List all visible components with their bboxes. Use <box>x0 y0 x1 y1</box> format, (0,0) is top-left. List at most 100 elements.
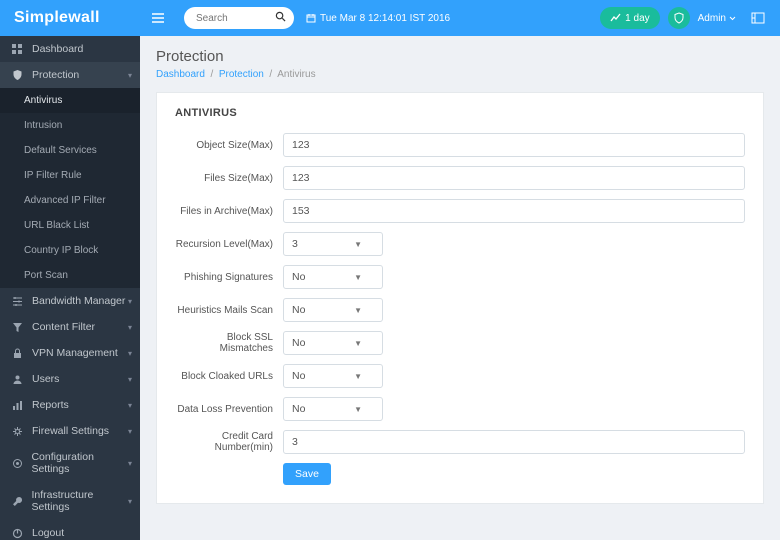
label-recursion: Recursion Level(Max) <box>175 239 283 250</box>
sidebar-item-infra[interactable]: Infrastructure Settings ▾ <box>0 482 140 520</box>
row-dlp: Data Loss Prevention No▼ <box>175 397 745 421</box>
label-phishing: Phishing Signatures <box>175 272 283 283</box>
sidebar-item-config[interactable]: Configuration Settings ▾ <box>0 444 140 482</box>
select-ssl[interactable]: No▼ <box>283 331 383 355</box>
caret-down-icon: ▼ <box>354 273 362 282</box>
sidebar-label: Firewall Settings <box>32 425 109 437</box>
brand-logo: Simplewall <box>0 9 140 27</box>
select-heuristics[interactable]: No▼ <box>283 298 383 322</box>
main-content: Protection Dashboard / Protection / Anti… <box>140 36 780 540</box>
sidebar-item-logout[interactable]: Logout <box>0 520 140 540</box>
sidebar-label: Users <box>32 373 59 385</box>
sidebar-item-users[interactable]: Users ▾ <box>0 366 140 392</box>
breadcrumb-dashboard[interactable]: Dashboard <box>156 69 205 80</box>
row-cc: Credit Card Number(min) <box>175 430 745 454</box>
hamburger-menu[interactable] <box>140 0 176 36</box>
sliders-icon <box>12 296 24 307</box>
caret-down-icon: ▼ <box>354 339 362 348</box>
layout-toggle[interactable] <box>746 6 770 30</box>
settings-icon <box>12 458 23 469</box>
sidebar-sub-default-services[interactable]: Default Services <box>0 138 140 163</box>
app-header: Simplewall Tue Mar 8 12:14:01 IST 2016 1… <box>0 0 780 36</box>
sidebar-item-firewall[interactable]: Firewall Settings ▾ <box>0 418 140 444</box>
save-button[interactable]: Save <box>283 463 331 485</box>
label-files-size: Files Size(Max) <box>175 173 283 184</box>
gear-icon <box>12 426 24 437</box>
chart-icon <box>610 13 621 23</box>
caret-down-icon: ▼ <box>354 306 362 315</box>
sidebar-label: Bandwidth Manager <box>32 295 125 307</box>
breadcrumb-current: Antivirus <box>277 69 315 80</box>
label-heuristics: Heuristics Mails Scan <box>175 305 283 316</box>
sidebar-item-content-filter[interactable]: Content Filter ▾ <box>0 314 140 340</box>
label-object-size: Object Size(Max) <box>175 140 283 151</box>
antivirus-panel: ANTIVIRUS Object Size(Max) Files Size(Ma… <box>156 92 764 504</box>
row-recursion: Recursion Level(Max) 3▼ <box>175 232 745 256</box>
select-phishing[interactable]: No▼ <box>283 265 383 289</box>
chevron-down-icon: ▾ <box>128 297 132 306</box>
select-cloaked[interactable]: No▼ <box>283 364 383 388</box>
label-cc: Credit Card Number(min) <box>175 431 283 453</box>
sidebar-sub-advanced-ip[interactable]: Advanced IP Filter <box>0 188 140 213</box>
filter-icon <box>12 322 24 333</box>
sidebar-label: Logout <box>32 527 64 539</box>
row-ssl: Block SSL Mismatches No▼ <box>175 331 745 355</box>
input-cc[interactable] <box>283 430 745 454</box>
breadcrumb: Dashboard / Protection / Antivirus <box>156 69 764 80</box>
user-icon <box>12 374 24 385</box>
label-ssl: Block SSL Mismatches <box>175 332 283 354</box>
select-recursion[interactable]: 3▼ <box>283 232 383 256</box>
sidebar-sub-url-blacklist[interactable]: URL Black List <box>0 213 140 238</box>
bar-chart-icon <box>12 400 24 411</box>
row-heuristics: Heuristics Mails Scan No▼ <box>175 298 745 322</box>
sidebar-sub-ip-filter[interactable]: IP Filter Rule <box>0 163 140 188</box>
sidebar-item-bandwidth[interactable]: Bandwidth Manager ▾ <box>0 288 140 314</box>
chevron-down-icon: ▾ <box>128 427 132 436</box>
timerange-badge[interactable]: 1 day <box>600 7 659 29</box>
sidebar-label: Reports <box>32 399 69 411</box>
sidebar-label: Dashboard <box>32 43 83 55</box>
admin-dropdown[interactable]: Admin <box>698 13 736 24</box>
input-files-size[interactable] <box>283 166 745 190</box>
panel-title: ANTIVIRUS <box>175 107 745 119</box>
row-files-size: Files Size(Max) <box>175 166 745 190</box>
label-cloaked: Block Cloaked URLs <box>175 371 283 382</box>
chevron-down-icon <box>729 16 736 21</box>
sidebar-item-vpn[interactable]: VPN Management ▾ <box>0 340 140 366</box>
lock-icon <box>12 348 24 359</box>
dashboard-icon <box>12 44 24 55</box>
search-icon[interactable] <box>275 11 286 22</box>
sidebar-item-dashboard[interactable]: Dashboard <box>0 36 140 62</box>
input-object-size[interactable] <box>283 133 745 157</box>
sidebar-sub-country-ip[interactable]: Country IP Block <box>0 238 140 263</box>
main-container: Dashboard Protection ▾ Antivirus Intrusi… <box>0 36 780 540</box>
row-files-archive: Files in Archive(Max) <box>175 199 745 223</box>
sidebar-item-reports[interactable]: Reports ▾ <box>0 392 140 418</box>
caret-down-icon: ▼ <box>354 405 362 414</box>
chevron-down-icon: ▾ <box>128 375 132 384</box>
shield-button[interactable] <box>668 7 690 29</box>
chevron-down-icon: ▾ <box>128 71 132 80</box>
datetime-display: Tue Mar 8 12:14:01 IST 2016 <box>306 13 450 24</box>
sidebar-submenu-protection: Antivirus Intrusion Default Services IP … <box>0 88 140 288</box>
sidebar-item-protection[interactable]: Protection ▾ <box>0 62 140 88</box>
caret-down-icon: ▼ <box>354 240 362 249</box>
chevron-down-icon: ▾ <box>128 459 132 468</box>
sidebar-label: Content Filter <box>32 321 95 333</box>
label-dlp: Data Loss Prevention <box>175 404 283 415</box>
admin-label: Admin <box>698 13 726 24</box>
wrench-icon <box>12 496 24 507</box>
sidebar-label: Protection <box>32 69 79 81</box>
sidebar-sub-antivirus[interactable]: Antivirus <box>0 88 140 113</box>
sidebar-sub-port-scan[interactable]: Port Scan <box>0 263 140 288</box>
timerange-label: 1 day <box>625 13 649 24</box>
chevron-down-icon: ▾ <box>128 497 132 506</box>
sidebar-sub-intrusion[interactable]: Intrusion <box>0 113 140 138</box>
caret-down-icon: ▼ <box>354 372 362 381</box>
row-cloaked: Block Cloaked URLs No▼ <box>175 364 745 388</box>
select-dlp[interactable]: No▼ <box>283 397 383 421</box>
input-files-archive[interactable] <box>283 199 745 223</box>
sidebar-label: VPN Management <box>32 347 118 359</box>
row-phishing: Phishing Signatures No▼ <box>175 265 745 289</box>
breadcrumb-protection[interactable]: Protection <box>219 69 264 80</box>
